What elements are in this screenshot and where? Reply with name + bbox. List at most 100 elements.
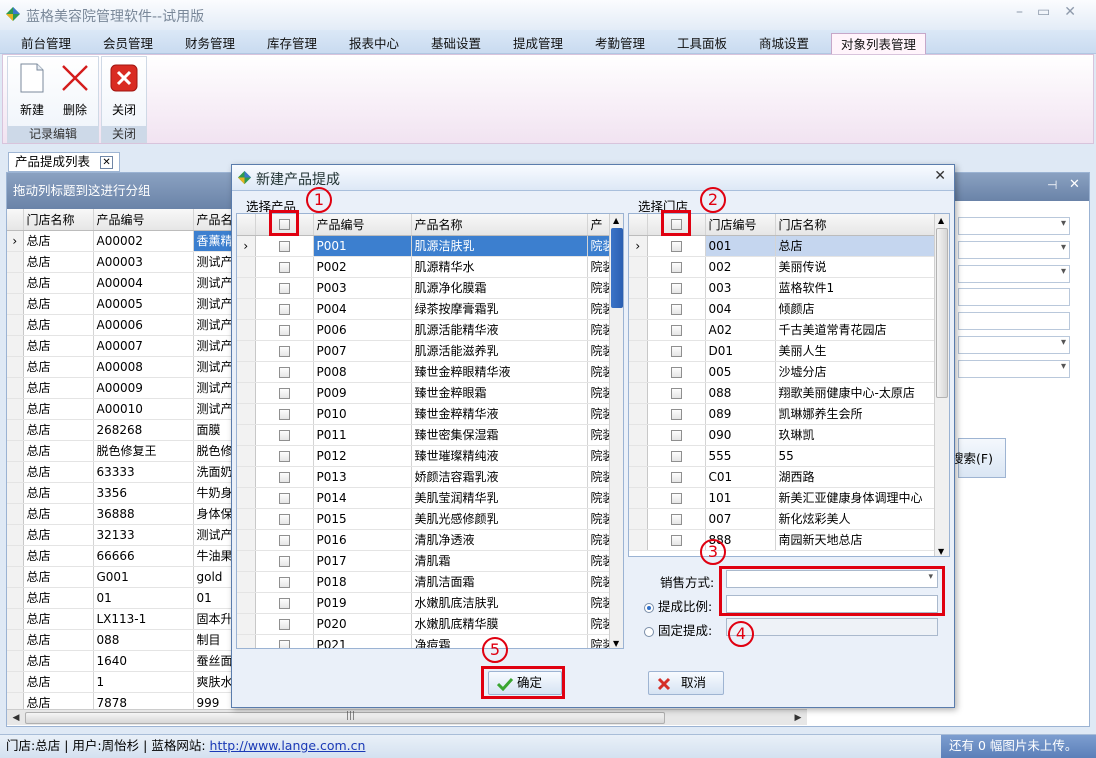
menu-tools[interactable]: 工具面板 bbox=[668, 33, 736, 54]
query-field[interactable] bbox=[958, 288, 1070, 306]
product-row[interactable]: P014 美肌莹润精华乳 院装 bbox=[237, 487, 618, 509]
product-row[interactable]: P011 臻世密集保湿霜 院装 bbox=[237, 424, 618, 446]
product-checkbox[interactable] bbox=[255, 382, 314, 404]
product-checkbox[interactable] bbox=[255, 529, 314, 551]
store-row[interactable]: 555 55 bbox=[629, 445, 936, 467]
store-checkbox[interactable] bbox=[647, 487, 706, 509]
store-row[interactable]: › 001 总店 bbox=[629, 235, 936, 257]
column-header[interactable]: 产品编号 bbox=[313, 214, 412, 236]
menu-attendance[interactable]: 考勤管理 bbox=[586, 33, 654, 54]
table-row[interactable]: 总店 66666 牛油果 bbox=[7, 545, 239, 567]
store-checkbox[interactable] bbox=[647, 382, 706, 404]
store-checkbox[interactable] bbox=[647, 298, 706, 320]
product-checkbox[interactable] bbox=[255, 298, 314, 320]
sale-mode-select[interactable]: ▾ bbox=[726, 570, 938, 588]
fixed-option[interactable]: 固定提成: bbox=[644, 620, 712, 639]
store-row[interactable]: 003 蓝格软件1 bbox=[629, 277, 936, 299]
table-row[interactable]: 总店 A00005 测试产 bbox=[7, 293, 239, 315]
ok-button[interactable]: 确定 bbox=[488, 671, 562, 695]
product-row[interactable]: P017 清肌霜 院装 bbox=[237, 550, 618, 572]
store-checkbox[interactable] bbox=[647, 529, 706, 551]
column-header[interactable]: 产品编号 bbox=[93, 209, 194, 231]
store-checkbox[interactable] bbox=[647, 277, 706, 299]
menu-front-desk[interactable]: 前台管理 bbox=[12, 33, 80, 54]
menu-mall-settings[interactable]: 商城设置 bbox=[750, 33, 818, 54]
search-button[interactable]: 搜索(F) bbox=[951, 438, 1006, 478]
delete-button[interactable]: 删除 bbox=[56, 63, 94, 118]
product-row[interactable]: P003 肌源净化膜霜 院装 bbox=[237, 277, 618, 299]
product-vertical-scrollbar[interactable]: ▲ ▼ bbox=[609, 214, 623, 648]
product-row[interactable]: P013 娇颜洁容霜乳液 院装 bbox=[237, 466, 618, 488]
query-field[interactable] bbox=[958, 312, 1070, 330]
select-all-stores-checkbox[interactable] bbox=[647, 214, 706, 236]
maximize-button[interactable]: ▭ bbox=[1037, 4, 1064, 20]
horizontal-scrollbar[interactable]: ◀ ||| ▶ bbox=[7, 709, 807, 725]
cancel-button[interactable]: 取消 bbox=[648, 671, 724, 695]
menu-member[interactable]: 会员管理 bbox=[94, 33, 162, 54]
table-row[interactable]: 总店 3356 牛奶身 bbox=[7, 482, 239, 504]
store-checkbox[interactable] bbox=[647, 319, 706, 341]
store-row[interactable]: 002 美丽传说 bbox=[629, 256, 936, 278]
store-row[interactable]: 101 新美汇亚健康身体调理中心 bbox=[629, 487, 936, 509]
table-row[interactable]: 总店 1 爽肤水 bbox=[7, 671, 239, 693]
product-row[interactable]: P004 绿茶按摩膏霜乳 院装 bbox=[237, 298, 618, 320]
store-row[interactable]: D01 美丽人生 bbox=[629, 340, 936, 362]
store-checkbox[interactable] bbox=[647, 340, 706, 362]
product-row[interactable]: P012 臻世璀璨精纯液 院装 bbox=[237, 445, 618, 467]
table-row[interactable]: 总店 LX113-1 固本升 bbox=[7, 608, 239, 630]
product-row[interactable]: P016 清肌净透液 院装 bbox=[237, 529, 618, 551]
table-row[interactable]: 总店 1640 蚕丝面 bbox=[7, 650, 239, 672]
product-checkbox[interactable] bbox=[255, 235, 314, 257]
query-field[interactable] bbox=[958, 241, 1070, 259]
query-field[interactable] bbox=[958, 336, 1070, 354]
product-row[interactable]: P002 肌源精华水 院装 bbox=[237, 256, 618, 278]
table-row[interactable]: 总店 268268 面膜 bbox=[7, 419, 239, 441]
table-row[interactable]: 总店 A00010 测试产 bbox=[7, 398, 239, 420]
ratio-option[interactable]: 提成比例: bbox=[644, 596, 712, 615]
product-row[interactable]: P019 水嫩肌底洁肤乳 院装 bbox=[237, 592, 618, 614]
table-row[interactable]: 总店 36888 身体保 bbox=[7, 503, 239, 525]
group-by-hint[interactable]: 拖动列标题到这进行分组 bbox=[7, 173, 232, 209]
scroll-down-icon[interactable]: ▼ bbox=[938, 547, 944, 556]
product-checkbox[interactable] bbox=[255, 550, 314, 572]
product-checkbox[interactable] bbox=[255, 424, 314, 446]
scroll-thumb[interactable] bbox=[611, 228, 623, 308]
table-row[interactable]: 总店 A00008 测试产 bbox=[7, 356, 239, 378]
doc-tab-close-icon[interactable]: ✕ bbox=[100, 156, 114, 169]
table-row[interactable]: 总店 A00009 测试产 bbox=[7, 377, 239, 399]
menu-inventory[interactable]: 库存管理 bbox=[258, 33, 326, 54]
new-button[interactable]: 新建 bbox=[13, 63, 51, 118]
scroll-down-icon[interactable]: ▼ bbox=[613, 639, 619, 648]
product-row[interactable]: P007 肌源活能滋养乳 院装 bbox=[237, 340, 618, 362]
product-row[interactable]: P006 肌源活能精华液 院装 bbox=[237, 319, 618, 341]
query-field[interactable] bbox=[958, 360, 1070, 378]
store-checkbox[interactable] bbox=[647, 466, 706, 488]
store-checkbox[interactable] bbox=[647, 256, 706, 278]
pin-icon[interactable]: ⊣ bbox=[1047, 178, 1057, 192]
store-checkbox[interactable] bbox=[647, 361, 706, 383]
product-checkbox[interactable] bbox=[255, 487, 314, 509]
store-checkbox[interactable] bbox=[647, 424, 706, 446]
store-vertical-scrollbar[interactable]: ▲ ▼ bbox=[934, 214, 949, 556]
product-row[interactable]: P021 净痘霜 院装 bbox=[237, 634, 618, 648]
product-checkbox[interactable] bbox=[255, 634, 314, 648]
store-row[interactable]: 090 玖琳凯 bbox=[629, 424, 936, 446]
query-field[interactable] bbox=[958, 265, 1070, 283]
product-row[interactable]: P008 臻世金粹眼精华液 院装 bbox=[237, 361, 618, 383]
scroll-thumb[interactable]: ||| bbox=[25, 711, 665, 724]
product-checkbox[interactable] bbox=[255, 571, 314, 593]
store-row[interactable]: 007 新化炫彩美人 bbox=[629, 508, 936, 530]
table-row[interactable]: › 总店 A00002 香薰精 bbox=[7, 230, 239, 252]
table-row[interactable]: 总店 G001 gold bbox=[7, 566, 239, 588]
table-row[interactable]: 总店 A00007 测试产 bbox=[7, 335, 239, 357]
table-row[interactable]: 总店 01 01 bbox=[7, 587, 239, 609]
select-all-products-checkbox[interactable] bbox=[255, 214, 314, 236]
fixed-radio[interactable] bbox=[644, 626, 654, 637]
menu-basic-settings[interactable]: 基础设置 bbox=[422, 33, 490, 54]
table-row[interactable]: 总店 A00003 测试产 bbox=[7, 251, 239, 273]
minimize-button[interactable]: – bbox=[1016, 4, 1037, 20]
column-header[interactable]: 门店编号 bbox=[705, 214, 776, 236]
product-row[interactable]: P010 臻世金粹精华液 院装 bbox=[237, 403, 618, 425]
commission-ratio-input[interactable] bbox=[726, 595, 938, 613]
product-row[interactable]: P015 美肌光感修颜乳 院装 bbox=[237, 508, 618, 530]
